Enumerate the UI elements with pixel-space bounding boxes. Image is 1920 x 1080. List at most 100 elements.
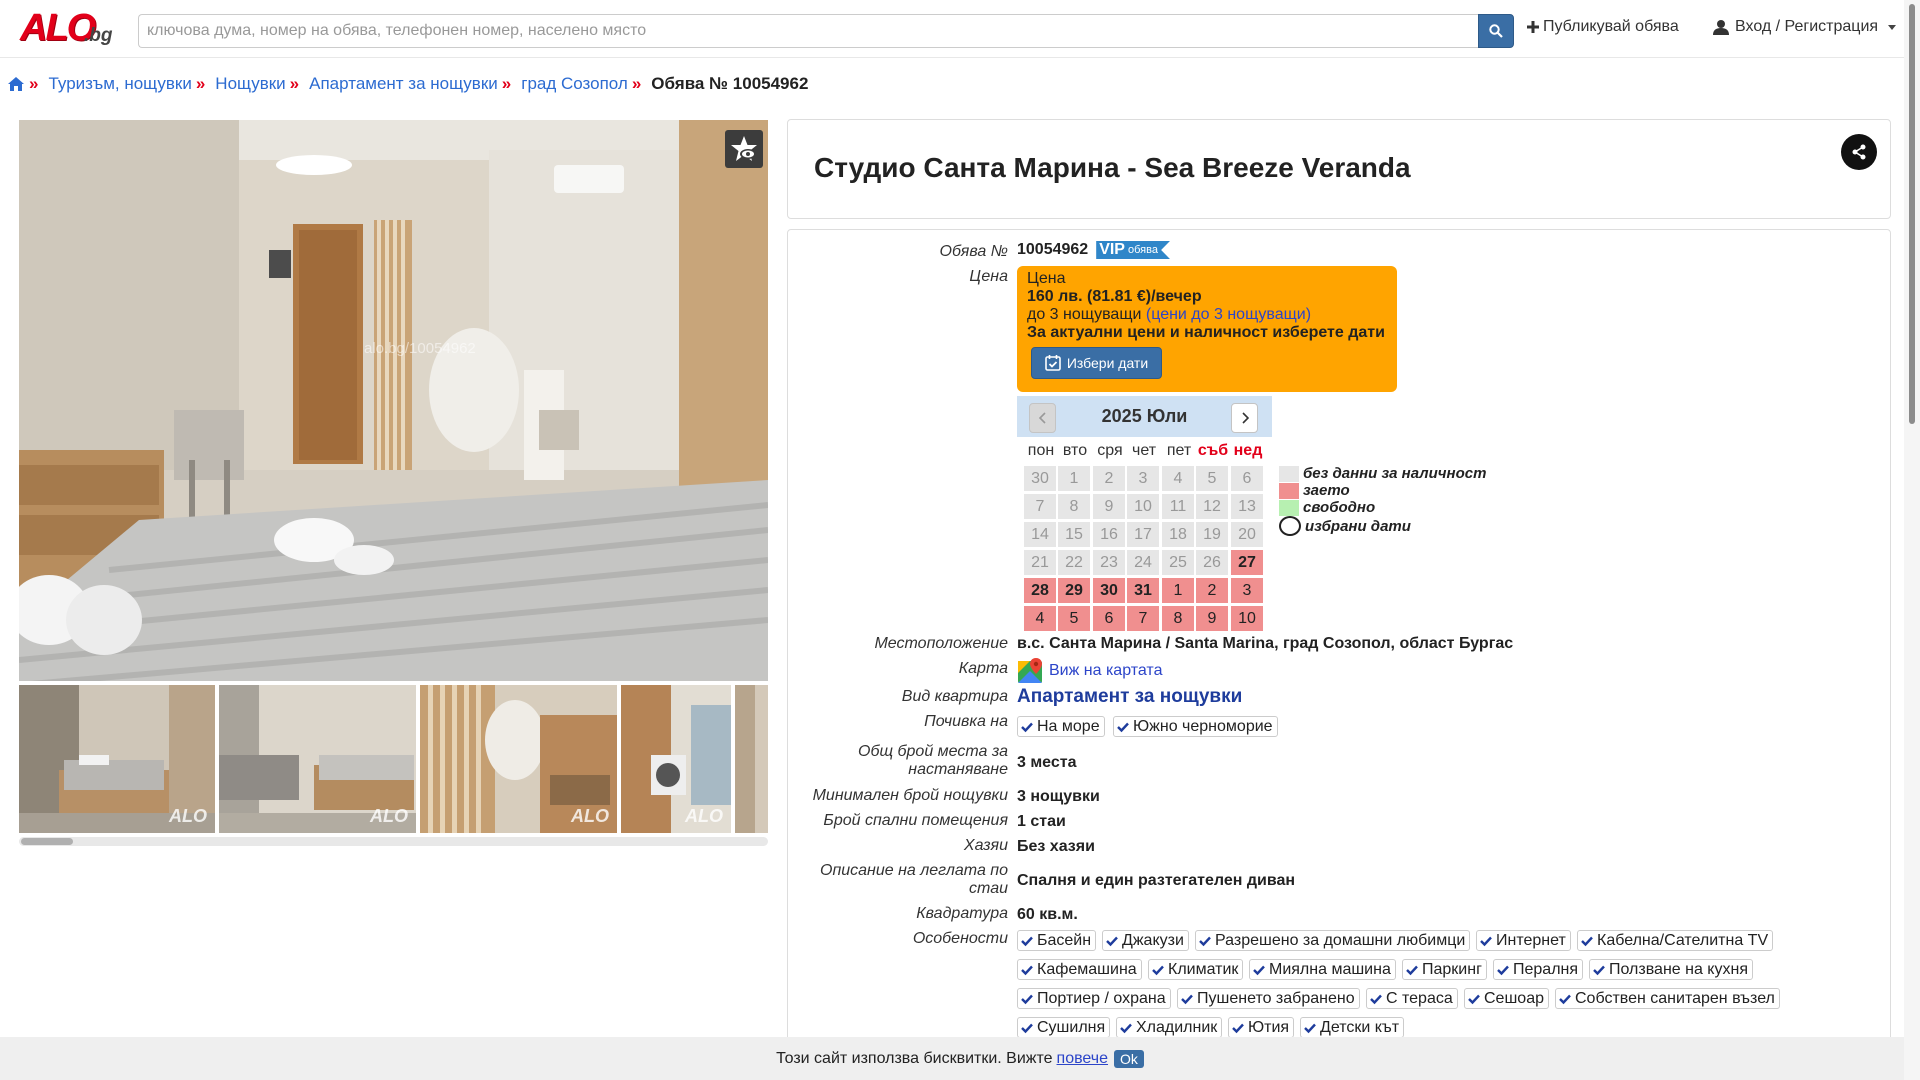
feature-chip: Сешоар xyxy=(1464,988,1549,1009)
thumbnail-2[interactable]: ALO xyxy=(219,685,416,833)
feature-chip: Сушилня xyxy=(1017,1017,1111,1038)
feature-chip-label: Миялна машина xyxy=(1269,960,1391,978)
search-input[interactable] xyxy=(138,14,1479,48)
thumbnail-logo: ALO xyxy=(685,806,723,826)
vacation-chip-label: На море xyxy=(1037,717,1100,735)
calendar-day[interactable]: 10 xyxy=(1231,606,1263,631)
hosts-label: Хазяи xyxy=(963,837,1008,854)
calendar-day[interactable]: 16 xyxy=(1093,522,1125,547)
thumbnail-4[interactable]: ALO xyxy=(621,685,731,833)
calendar-day[interactable]: 5 xyxy=(1058,606,1090,631)
calendar-next-button[interactable] xyxy=(1231,403,1258,433)
breadcrumb-link-apartment[interactable]: Апартамент за нощувки xyxy=(309,74,498,94)
type-row: Апартамент за нощувки xyxy=(1017,686,1242,708)
cookie-more-link[interactable]: повече xyxy=(1057,1050,1108,1068)
login-dropdown[interactable]: Вход / Регистрация xyxy=(1713,18,1897,36)
calendar-day[interactable]: 3 xyxy=(1231,578,1263,603)
share-button[interactable] xyxy=(1841,134,1877,170)
feature-chip-label: Басейн xyxy=(1037,931,1092,949)
calendar-day[interactable]: 10 xyxy=(1127,494,1159,519)
calendar-day[interactable]: 11 xyxy=(1162,494,1194,519)
select-dates-button[interactable]: Избери дати xyxy=(1031,347,1162,379)
breadcrumb-link-nights[interactable]: Нощувки xyxy=(215,74,285,94)
calendar-day[interactable]: 2 xyxy=(1196,578,1228,603)
feature-chip-label: Пералня xyxy=(1513,960,1579,978)
page-scrollbar-handle[interactable] xyxy=(1909,4,1915,424)
thumbnail-3[interactable]: ALO xyxy=(420,685,617,833)
feature-chip-label: Детски кът xyxy=(1320,1018,1400,1036)
thumbnail-5[interactable] xyxy=(735,685,768,833)
calendar-day[interactable]: 28 xyxy=(1024,578,1056,603)
calendar-day[interactable]: 20 xyxy=(1231,522,1263,547)
calendar-day[interactable]: 6 xyxy=(1231,466,1263,491)
feature-chip-label: Джакузи xyxy=(1122,931,1184,949)
calendar-day[interactable]: 5 xyxy=(1196,466,1228,491)
features-label: Особености xyxy=(912,930,1008,947)
thumbnail-1[interactable]: ALO xyxy=(19,685,215,833)
breadcrumb-link-city[interactable]: град Созопол xyxy=(521,74,628,94)
check-icon xyxy=(1497,965,1509,975)
price-list-link[interactable]: (цени до 3 нощуващи) xyxy=(1146,306,1311,323)
search-button[interactable] xyxy=(1478,14,1514,48)
calendar-day[interactable]: 2 xyxy=(1093,466,1125,491)
calendar-day[interactable]: 1 xyxy=(1058,466,1090,491)
calendar-day[interactable]: 9 xyxy=(1196,606,1228,631)
calendar-day[interactable]: 25 xyxy=(1162,550,1194,575)
calendar-day[interactable]: 30 xyxy=(1093,578,1125,603)
calendar-day[interactable]: 1 xyxy=(1162,578,1194,603)
home-icon[interactable] xyxy=(7,76,25,92)
room-photo xyxy=(19,120,768,681)
thumbnail-scrollbar[interactable] xyxy=(19,837,768,846)
breadcrumb-link-tourism[interactable]: Туризъм, нощувки xyxy=(48,74,191,94)
calendar-day[interactable]: 17 xyxy=(1127,522,1159,547)
check-icon xyxy=(1406,965,1418,975)
main-photo[interactable]: alo.bg/10054962 xyxy=(19,120,768,681)
calendar-day[interactable]: 4 xyxy=(1162,466,1194,491)
calendar-day[interactable]: 7 xyxy=(1127,606,1159,631)
calendar-day[interactable]: 3 xyxy=(1127,466,1159,491)
calendar-day[interactable]: 22 xyxy=(1058,550,1090,575)
page-title: Студио Санта Марина - Sea Breeze Veranda xyxy=(814,152,1411,183)
calendar-header: 2025 Юли xyxy=(1017,396,1272,437)
publish-ad-link[interactable]: Публикувай обява xyxy=(1527,18,1679,36)
check-icon xyxy=(1021,965,1033,975)
weekday-label-weekend: съб xyxy=(1197,442,1229,459)
calendar-day[interactable]: 8 xyxy=(1162,606,1194,631)
calendar-day[interactable]: 6 xyxy=(1093,606,1125,631)
vip-badge-sublabel: обява xyxy=(1127,244,1158,256)
calendar-day[interactable]: 18 xyxy=(1162,522,1194,547)
beds-label-line1: Общ брой места за xyxy=(858,743,1008,760)
view-map-link[interactable]: Виж на картата xyxy=(1049,662,1162,680)
calendar-day[interactable]: 14 xyxy=(1024,522,1056,547)
thumbnail-strip[interactable]: ALO ALO ALO ALO xyxy=(19,685,768,833)
type-label: Вид квартира xyxy=(901,688,1008,705)
calendar-day[interactable]: 30 xyxy=(1024,466,1056,491)
calendar-day[interactable]: 4 xyxy=(1024,606,1056,631)
type-link[interactable]: Апартамент за нощувки xyxy=(1017,686,1242,707)
calendar-day[interactable]: 13 xyxy=(1231,494,1263,519)
calendar-day[interactable]: 23 xyxy=(1093,550,1125,575)
calendar-day[interactable]: 26 xyxy=(1196,550,1228,575)
calendar-day[interactable]: 24 xyxy=(1127,550,1159,575)
calendar-day[interactable]: 31 xyxy=(1127,578,1159,603)
calendar-day[interactable]: 15 xyxy=(1058,522,1090,547)
cookie-ok-button[interactable]: Ok xyxy=(1114,1049,1144,1068)
calendar-day[interactable]: 27 xyxy=(1231,550,1263,575)
calendar-day[interactable]: 29 xyxy=(1058,578,1090,603)
page-scrollbar[interactable] xyxy=(1904,0,1920,1080)
add-favorite-button[interactable] xyxy=(725,130,763,168)
caret-down-icon xyxy=(1888,24,1897,30)
chevron-right-icon xyxy=(1241,412,1249,424)
calendar-day[interactable]: 21 xyxy=(1024,550,1056,575)
calendar-day[interactable]: 9 xyxy=(1093,494,1125,519)
calendar-day[interactable]: 19 xyxy=(1196,522,1228,547)
calendar-day[interactable]: 12 xyxy=(1196,494,1228,519)
google-maps-icon[interactable] xyxy=(1017,657,1045,685)
calendar-day[interactable]: 7 xyxy=(1024,494,1056,519)
beds-value: 3 места xyxy=(1017,754,1077,771)
vacation-chip: На море xyxy=(1017,716,1105,737)
site-logo[interactable]: ALO .bg xyxy=(20,7,120,51)
calendar-day[interactable]: 8 xyxy=(1058,494,1090,519)
map-row: Виж на картата xyxy=(1017,657,1162,685)
thumbnail-scrollbar-handle[interactable] xyxy=(21,838,73,845)
